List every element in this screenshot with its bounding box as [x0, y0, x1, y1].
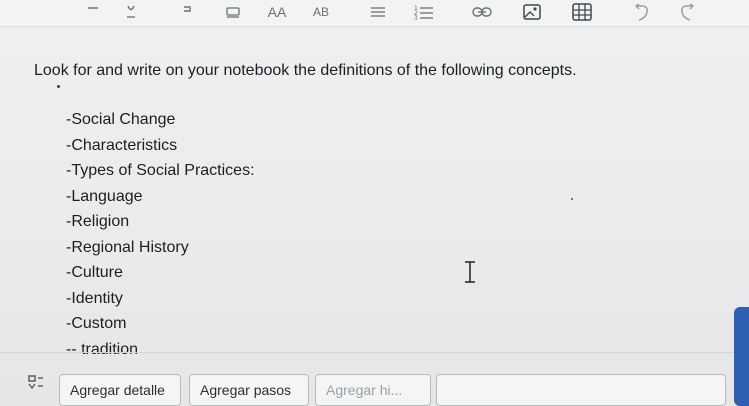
stray-mark	[571, 198, 573, 200]
concept-item: -Language	[66, 187, 143, 205]
text-size-icon[interactable]: AA	[264, 1, 290, 23]
concept-item: -Types of Social Practices:	[66, 162, 255, 179]
redo-icon[interactable]	[676, 1, 700, 23]
minus-icon[interactable]	[82, 1, 104, 23]
svg-text:3: 3	[414, 15, 418, 20]
strikethrough-icon[interactable]	[176, 1, 198, 23]
add-steps-button[interactable]: Agregar pasos	[189, 374, 309, 406]
concept-item: -Social Change	[66, 111, 176, 128]
link-icon[interactable]	[470, 1, 494, 23]
concept-item: -Custom	[66, 315, 127, 332]
highlight-label: AB	[312, 5, 329, 19]
image-icon[interactable]	[520, 1, 544, 23]
stray-mark	[57, 85, 60, 88]
instruction-text: Look for and write on your notebook the …	[34, 62, 577, 79]
bulleted-list-icon[interactable]	[366, 1, 390, 23]
underline-icon[interactable]	[120, 1, 142, 23]
side-panel-tab[interactable]	[734, 307, 749, 406]
text-color-icon[interactable]	[222, 1, 244, 23]
add-detail-button[interactable]: Agregar detalle	[59, 374, 181, 406]
bottom-input-field[interactable]	[436, 374, 726, 406]
concept-item: -Identity	[66, 289, 123, 307]
text-highlight-icon[interactable]: AB	[308, 1, 334, 23]
add-detail-label: Agregar detalle	[70, 382, 165, 398]
formatting-toolbar: AA AB 123	[0, 0, 749, 27]
numbered-list-icon[interactable]: 123	[412, 1, 436, 23]
concept-item: -Regional History	[66, 238, 189, 256]
task-steps-icon[interactable]	[26, 372, 46, 397]
concept-list: -Social Change -Characteristics -Types o…	[66, 107, 255, 362]
concept-item: -Religion	[66, 213, 130, 230]
concept-item: -Characteristics	[66, 136, 178, 154]
text-cursor-icon	[463, 260, 477, 289]
note-editor[interactable]: Look for and write on your notebook the …	[0, 27, 749, 358]
concept-item: -Culture	[66, 264, 123, 281]
add-more-button[interactable]: Agregar hi...	[315, 374, 431, 406]
undo-icon[interactable]	[630, 1, 654, 23]
add-more-label: Agregar hi...	[326, 382, 403, 398]
table-icon[interactable]	[570, 1, 594, 23]
add-steps-label: Agregar pasos	[200, 382, 292, 398]
